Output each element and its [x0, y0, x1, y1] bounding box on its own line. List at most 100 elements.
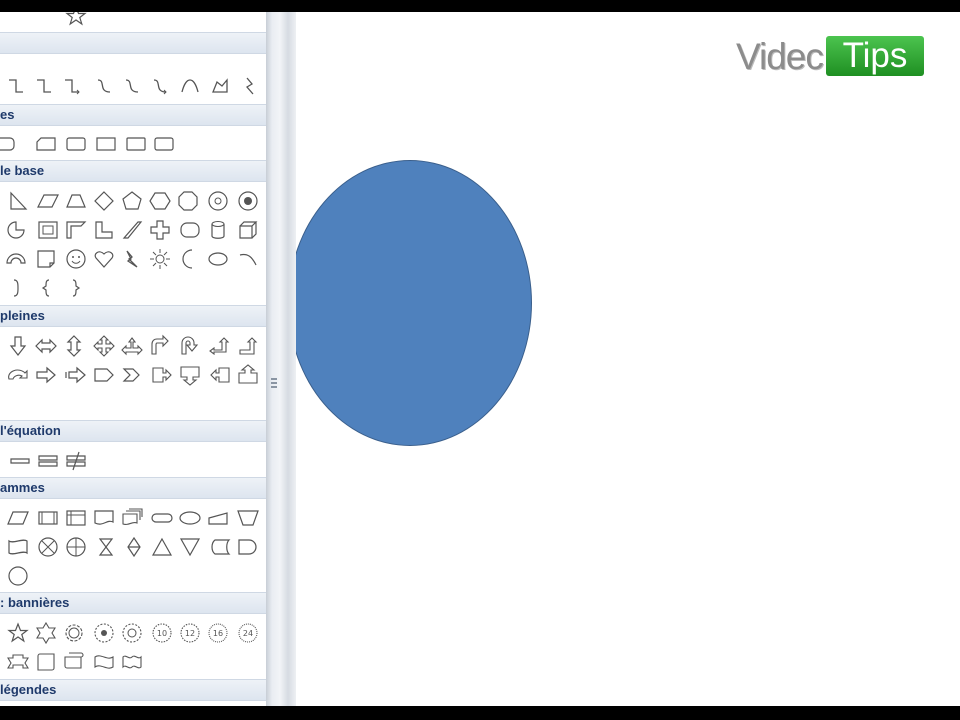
right-arrow-shape-icon[interactable] [34, 363, 58, 387]
equal-shape-icon[interactable] [36, 449, 60, 473]
rectangle-shape-icon[interactable] [124, 132, 148, 156]
ribbon-shape-icon[interactable] [6, 650, 30, 674]
octagon-shape-icon[interactable] [176, 189, 200, 213]
decagon-shape-icon[interactable] [206, 189, 230, 213]
cloud-shape-icon[interactable] [206, 247, 230, 271]
bent-arrow-shape-icon[interactable] [148, 334, 172, 358]
bent-up-arrow-shape-icon[interactable] [236, 334, 260, 358]
quad-arrow-shape-icon[interactable] [92, 334, 116, 358]
not-equal-shape-icon[interactable] [64, 449, 88, 473]
circle-shape[interactable] [296, 160, 532, 446]
left-callout-arrow-shape-icon[interactable] [208, 363, 232, 387]
shapes-gallery[interactable]: es le base pleines l'équation ammes: ba… [0, 12, 266, 706]
star-32-shape-icon[interactable]: 24 [236, 621, 260, 645]
splitter-grip-icon[interactable] [271, 378, 277, 390]
curved-arrow-shape-icon[interactable] [6, 363, 30, 387]
lightning-bolt-shape-icon[interactable] [120, 247, 144, 271]
diamond-shape-icon[interactable] [92, 189, 116, 213]
flowchart-collate-shape-icon[interactable] [94, 535, 118, 559]
moon-shape-icon[interactable] [176, 247, 200, 271]
double-wave-shape-icon[interactable] [120, 650, 144, 674]
scribble-shape-icon[interactable] [238, 74, 262, 98]
diagonal-stripe-shape-icon[interactable] [120, 218, 144, 242]
plaque-shape-icon[interactable] [178, 218, 202, 242]
right-brace-shape-icon[interactable] [4, 276, 28, 300]
arc-shape-icon[interactable] [236, 247, 260, 271]
flowchart-display-shape-icon[interactable] [6, 564, 30, 588]
flowchart-or-shape-icon[interactable] [64, 535, 88, 559]
chord-shape-icon[interactable] [4, 218, 28, 242]
chevron-shape-icon[interactable] [120, 363, 144, 387]
star-5-shape-icon[interactable] [6, 621, 30, 645]
right-callout-arrow-shape-icon[interactable] [150, 363, 174, 387]
slide-canvas[interactable] [296, 12, 960, 706]
rounded-rectangle-shape-icon[interactable] [0, 132, 16, 156]
left-right-arrow-shape-icon[interactable] [34, 334, 58, 358]
heart-shape-icon[interactable] [92, 247, 116, 271]
flowchart-manual-operation-shape-icon[interactable] [236, 506, 260, 530]
snip-rectangle-shape-icon[interactable] [34, 132, 58, 156]
flowchart-preparation-shape-icon[interactable] [178, 506, 202, 530]
striped-right-arrow-shape-icon[interactable] [64, 363, 88, 387]
flowchart-delay-shape-icon[interactable] [236, 535, 260, 559]
folded-corner-shape-icon[interactable] [34, 247, 58, 271]
frame-shape-icon[interactable] [36, 218, 60, 242]
wave-shape-icon[interactable] [92, 650, 116, 674]
flowchart-stored-data-shape-icon[interactable] [208, 535, 232, 559]
flowchart-data-shape-icon[interactable] [6, 506, 30, 530]
flowchart-merge-shape-icon[interactable] [178, 535, 202, 559]
pane-splitter[interactable] [266, 12, 296, 706]
right-triangle-shape-icon[interactable] [6, 189, 30, 213]
curve-connector-shape-icon[interactable] [120, 74, 144, 98]
arc-shape-icon[interactable] [178, 74, 202, 98]
star-6-shape-icon[interactable] [34, 621, 58, 645]
rectangle-shape-icon[interactable] [152, 132, 176, 156]
star-16-shape-icon[interactable]: 12 [178, 621, 202, 645]
hexagon-shape-icon[interactable] [148, 189, 172, 213]
star-7-shape-icon[interactable] [62, 621, 86, 645]
flowchart-summing-junction-shape-icon[interactable] [36, 535, 60, 559]
up-callout-arrow-shape-icon[interactable] [236, 363, 260, 387]
cross-shape-icon[interactable] [148, 218, 172, 242]
rectangle-shape-icon[interactable] [94, 132, 118, 156]
flowchart-terminator-shape-icon[interactable] [150, 506, 174, 530]
connector-shape-icon[interactable] [32, 74, 56, 98]
flowchart-multidocument-shape-icon[interactable] [120, 506, 144, 530]
can-shape-icon[interactable] [206, 218, 230, 242]
pentagon-shape-icon[interactable] [120, 189, 144, 213]
smiley-face-icon[interactable] [64, 247, 88, 271]
l-shape-icon[interactable] [92, 218, 116, 242]
trapezoid-shape-icon[interactable] [64, 189, 88, 213]
freeform-shape-icon[interactable] [208, 74, 232, 98]
connector-shape-icon[interactable] [4, 74, 28, 98]
flowchart-manual-input-shape-icon[interactable] [206, 506, 230, 530]
horizontal-scroll-shape-icon[interactable] [62, 650, 86, 674]
left-right-up-arrow-shape-icon[interactable] [120, 334, 144, 358]
down-arrow-shape-icon[interactable] [6, 334, 30, 358]
connector-arrow-shape-icon[interactable] [60, 74, 84, 98]
curve-connector-shape-icon[interactable] [92, 74, 116, 98]
flowchart-punched-tape-shape-icon[interactable] [6, 535, 30, 559]
minus-shape-icon[interactable] [8, 449, 32, 473]
parallelogram-shape-icon[interactable] [36, 189, 60, 213]
curve-arrow-shape-icon[interactable] [148, 74, 172, 98]
cube-shape-icon[interactable] [236, 218, 260, 242]
flowchart-extract-shape-icon[interactable] [150, 535, 174, 559]
star-24-shape-icon[interactable]: 16 [206, 621, 230, 645]
star-shape-icon[interactable] [64, 12, 88, 28]
up-down-arrow-shape-icon[interactable] [62, 334, 86, 358]
flowchart-predefined-process-shape-icon[interactable] [36, 506, 60, 530]
u-turn-arrow-shape-icon[interactable] [178, 334, 202, 358]
down-callout-arrow-shape-icon[interactable] [178, 363, 202, 387]
dodecagon-shape-icon[interactable] [236, 189, 260, 213]
flowchart-document-shape-icon[interactable] [92, 506, 116, 530]
round-rectangle-shape-icon[interactable] [64, 132, 88, 156]
star-12-shape-icon[interactable]: 10 [150, 621, 174, 645]
star-8-shape-icon[interactable] [92, 621, 116, 645]
left-brace-shape-icon[interactable] [34, 276, 58, 300]
flowchart-sort-shape-icon[interactable] [122, 535, 146, 559]
pentagon-arrow-shape-icon[interactable] [92, 363, 116, 387]
star-10-shape-icon[interactable] [120, 621, 144, 645]
sun-shape-icon[interactable] [148, 247, 172, 271]
half-frame-shape-icon[interactable] [64, 218, 88, 242]
